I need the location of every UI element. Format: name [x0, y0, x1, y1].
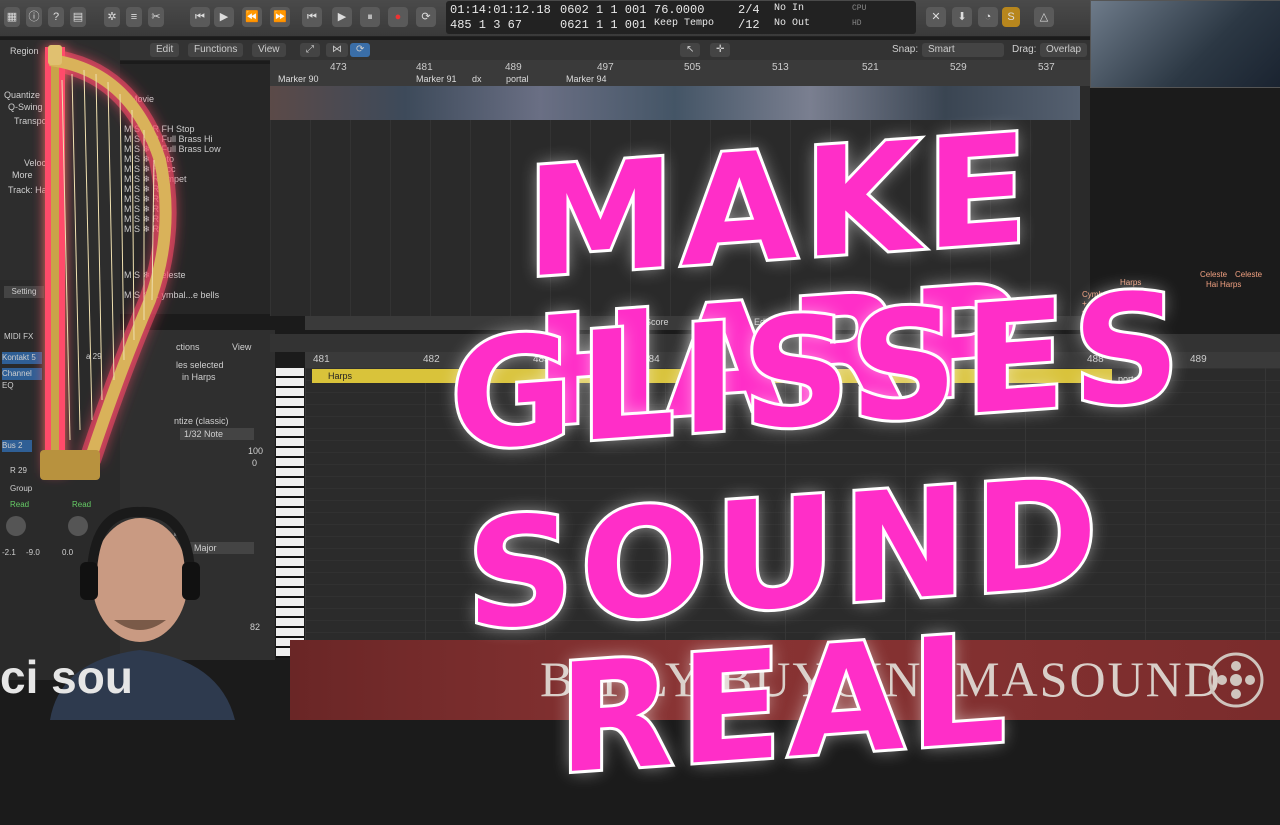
brand-logo-text: ci sou — [0, 651, 133, 703]
lcd-display: 01:14:01:12.18 485 1 3 67 0602 1 1 001 0… — [446, 1, 916, 34]
ruler-tick: 529 — [950, 62, 967, 73]
flex-icon[interactable]: ⋈ — [326, 43, 348, 57]
tempo-mode[interactable]: Keep Tempo — [654, 18, 714, 29]
play-icon[interactable]: ▶ — [332, 7, 352, 27]
go-to-start-icon[interactable]: ⏮ — [190, 7, 210, 27]
ruler-tick: 513 — [772, 62, 789, 73]
volume-value: -2.1 — [2, 548, 16, 557]
metronome-icon[interactable]: △ — [1034, 7, 1054, 27]
bar-ruler[interactable]: 473 481 489 497 505 513 521 529 537 Mark… — [270, 60, 1090, 87]
marker-90[interactable]: Marker 90 — [278, 74, 319, 84]
settings-icon[interactable]: ✲ — [104, 7, 120, 27]
record-icon[interactable]: ● — [388, 7, 408, 27]
automation-icon[interactable]: ⤢ — [300, 43, 320, 57]
lcd-position-2: 0621 1 1 001 — [560, 18, 647, 32]
time-signature[interactable]: 2/4 — [738, 3, 760, 17]
view-menu-editor[interactable]: View — [232, 342, 251, 352]
pause-icon[interactable]: ⏸ — [360, 7, 380, 27]
download-icon[interactable]: ⬇ — [952, 7, 972, 27]
functions-menu[interactable]: Functions — [188, 43, 244, 57]
pointer-tool-icon[interactable]: ↖ — [680, 43, 701, 57]
snap-select[interactable]: Smart — [922, 43, 1004, 57]
cycle-icon[interactable]: ⟳ — [416, 7, 436, 27]
quantize-select[interactable]: 1/32 Note — [180, 428, 254, 440]
ruler-tick: 473 — [330, 62, 347, 73]
cpu-label: CPU — [852, 4, 867, 13]
snap-label: Snap: — [892, 44, 919, 55]
hd-label: HD — [852, 19, 862, 28]
midi-out: No Out — [774, 18, 811, 29]
slider-value: 82 — [250, 622, 261, 632]
marker-91[interactable]: Marker 91 — [416, 74, 457, 84]
drag-select[interactable]: Overlap — [1040, 43, 1088, 57]
fast-forward-icon[interactable]: ⏩ — [270, 7, 290, 27]
marker-portal[interactable]: portal — [506, 74, 529, 84]
lcd-time: 01:14:01:12.18 — [450, 3, 551, 17]
midi-in: No In — [774, 3, 805, 14]
lcd-position-1: 0602 1 1 001 — [560, 3, 647, 17]
play-from-icon[interactable]: ▶ — [214, 7, 234, 27]
ruler-tick: 537 — [1038, 62, 1055, 73]
info-icon[interactable]: ⓘ — [26, 7, 42, 27]
quantize-swing[interactable]: 0 — [252, 458, 257, 468]
drag-label: Drag: — [1012, 44, 1037, 55]
close-icon[interactable]: ✕ — [926, 7, 946, 27]
ruler-tick: 497 — [597, 62, 614, 73]
peak-value: -9.0 — [26, 548, 40, 557]
movie-preview — [1090, 0, 1280, 88]
tempo-value[interactable]: 76.0000 — [654, 3, 704, 17]
ruler-tick: 489 — [505, 62, 522, 73]
lcd-bars: 485 1 3 67 — [450, 18, 523, 32]
ruler-tick: 481 — [416, 62, 433, 73]
toolbar-icon[interactable]: ▤ — [70, 7, 86, 27]
library-icon[interactable]: ▦ — [4, 7, 20, 27]
ruler-tick: 505 — [684, 62, 701, 73]
pencil-tool-icon[interactable]: ✛ — [710, 43, 731, 57]
gauge-icon[interactable]: ◔ — [978, 7, 998, 27]
headline-line-2: GLISSES — [447, 257, 1189, 488]
mixer-icon[interactable]: ≡ — [126, 7, 142, 27]
control-bar: ▦ ⓘ ? ▤ ✲ ≡ ✂ ⏮ ▶ ⏪ ⏩ ⏮ ▶ ⏸ ● ⟳ 01:14:01… — [0, 0, 1280, 37]
view-menu[interactable]: View — [252, 43, 286, 57]
ruler-tick: 521 — [862, 62, 879, 73]
division[interactable]: /12 — [738, 18, 760, 32]
quantize-strength[interactable]: 100 — [248, 446, 263, 456]
scissors-icon[interactable]: ✂ — [148, 7, 164, 27]
solo-icon[interactable]: S — [1002, 7, 1020, 27]
harp-image — [40, 45, 177, 480]
previous-icon[interactable]: ⏮ — [302, 7, 322, 27]
marker-94[interactable]: Marker 94 — [566, 74, 607, 84]
pan-knob[interactable] — [6, 516, 26, 536]
rewind-icon[interactable]: ⏪ — [242, 7, 262, 27]
help-icon[interactable]: ? — [48, 7, 64, 27]
marker-dx[interactable]: dx — [472, 74, 482, 84]
automation-read-1[interactable]: Read — [10, 500, 29, 509]
catch-icon[interactable]: ⟳ — [350, 43, 371, 57]
